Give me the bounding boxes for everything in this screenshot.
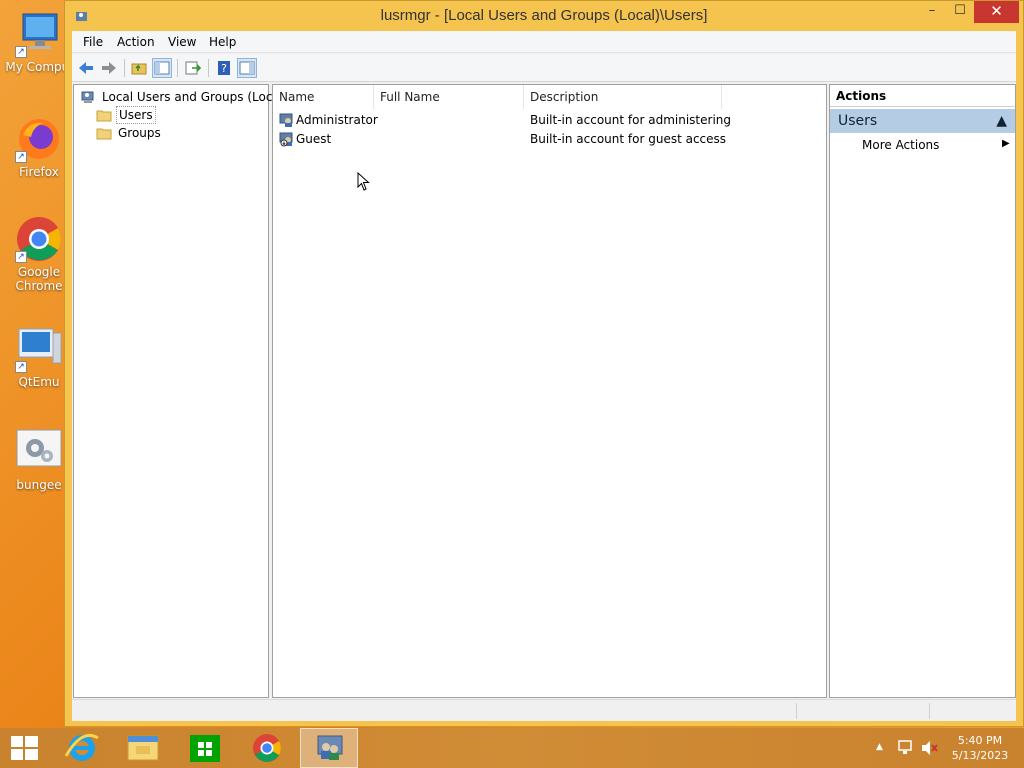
table-row[interactable]: Administrator Built-in account for admin… [277, 111, 817, 130]
mouse-cursor-icon [357, 171, 371, 195]
status-bar [72, 699, 1016, 721]
taskbar: ▲ 5:40 PM 5/13/2023 [0, 728, 1024, 768]
shortcut-arrow-icon: ↗ [15, 361, 27, 373]
up-folder-icon[interactable] [129, 58, 149, 78]
clock[interactable]: 5:40 PM 5/13/2023 [946, 733, 1014, 763]
back-icon[interactable] [76, 58, 96, 78]
status-segment [929, 703, 930, 719]
disabled-user-icon [279, 131, 295, 150]
gear-icon [15, 428, 63, 476]
toolbar-separator [124, 59, 125, 77]
internet-explorer-icon[interactable] [54, 728, 110, 768]
row-name: Administrator [296, 113, 378, 127]
toolbar-separator [177, 59, 178, 77]
lusrmgr-window: lusrmgr - [Local Users and Groups (Local… [64, 0, 1024, 727]
chrome-icon: ↗ [15, 215, 63, 263]
show-hidden-icons-icon[interactable]: ▲ [876, 742, 883, 752]
row-description: Built-in account for administering... [530, 113, 730, 127]
window-title: lusrmgr - [Local Users and Groups (Local… [380, 7, 708, 24]
tree-item-label: Users [116, 106, 156, 124]
clock-date: 5/13/2023 [951, 749, 1009, 762]
lusrmgr-taskbar-icon[interactable] [300, 728, 358, 768]
toolbar-separator [208, 59, 209, 77]
column-header-name[interactable]: Name [273, 85, 374, 109]
qtemu-icon: ↗ [15, 325, 63, 373]
minimize-button[interactable]: – [918, 1, 946, 23]
users-list-view: Name Full Name Description Administrator… [272, 84, 827, 698]
user-icon [279, 112, 295, 131]
file-explorer-icon[interactable] [116, 728, 172, 768]
clock-time: 5:40 PM [957, 734, 1003, 747]
menu-action[interactable]: Action [117, 35, 155, 49]
shortcut-arrow-icon: ↗ [15, 46, 27, 58]
collapse-arrow-icon[interactable]: ▲ [996, 109, 1007, 133]
more-actions-item[interactable]: More Actions [862, 138, 939, 152]
svg-text:?: ? [221, 62, 227, 75]
actions-section-users[interactable]: Users ▲ [830, 109, 1015, 133]
toolbar: ? [72, 54, 1016, 82]
actions-header: Actions [830, 85, 1015, 107]
network-icon[interactable] [897, 739, 915, 760]
column-header-description[interactable]: Description [524, 85, 722, 109]
show-hide-tree-icon[interactable] [152, 58, 172, 78]
console-tree: Local Users and Groups (Local) Users Gro… [73, 84, 288, 698]
help-icon[interactable]: ? [214, 58, 234, 78]
close-button[interactable]: ✕ [974, 1, 1019, 23]
menu-view[interactable]: View [168, 35, 196, 49]
show-hide-action-pane-icon[interactable] [237, 58, 257, 78]
firefox-icon: ↗ [15, 115, 63, 163]
shortcut-arrow-icon: ↗ [15, 251, 27, 263]
table-row[interactable]: Guest Built-in account for guest access … [277, 130, 817, 149]
store-icon[interactable] [177, 728, 233, 768]
menu-bar: File Action View Help [72, 31, 1016, 53]
forward-icon[interactable] [99, 58, 119, 78]
column-header-full-name[interactable]: Full Name [374, 85, 524, 109]
folder-icon [96, 125, 112, 146]
export-list-icon[interactable] [183, 58, 203, 78]
actions-pane: Actions Users ▲ More Actions ▶ [829, 84, 1016, 698]
computer-icon: ↗ [15, 10, 63, 58]
shortcut-arrow-icon: ↗ [15, 151, 27, 163]
tree-item-label: Groups [118, 126, 161, 140]
tree-root-label: Local Users and Groups (Local) [102, 90, 288, 104]
status-segment [796, 703, 797, 719]
chrome-taskbar-icon[interactable] [239, 728, 295, 768]
maximize-button[interactable]: ☐ [946, 1, 974, 23]
submenu-arrow-icon: ▶ [1002, 138, 1010, 149]
volume-muted-icon[interactable] [920, 739, 940, 760]
menu-help[interactable]: Help [209, 35, 236, 49]
start-button[interactable] [0, 728, 56, 768]
row-description: Built-in account for guest access t... [530, 132, 730, 146]
menu-file[interactable]: File [83, 35, 103, 49]
actions-section-label: Users [838, 113, 878, 129]
more-actions-label: More Actions [862, 138, 940, 152]
row-name: Guest [296, 132, 332, 146]
title-bar[interactable]: lusrmgr - [Local Users and Groups (Local… [65, 1, 1023, 31]
computer-users-icon [80, 89, 96, 110]
mmc-client-area: File Action View Help ? Local Users and … [72, 31, 1016, 721]
